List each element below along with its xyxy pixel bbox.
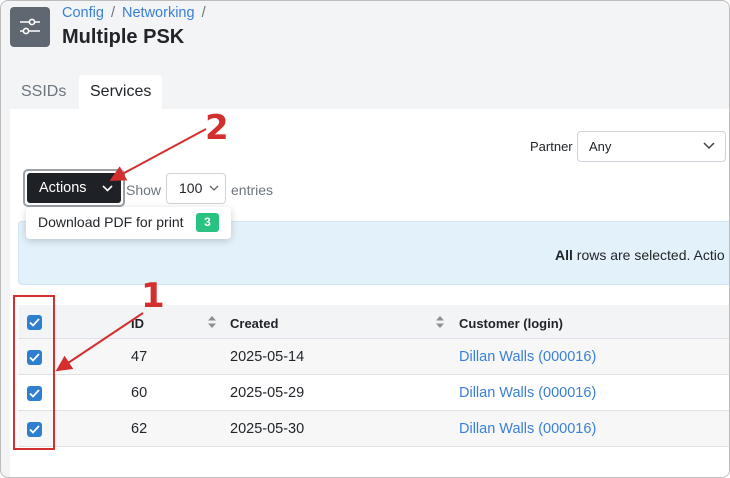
cell-created: 2025-05-30 <box>230 421 305 437</box>
actions-dropdown-menu: Download PDF for print 3 <box>26 207 231 239</box>
breadcrumb-separator: / <box>110 5 115 21</box>
services-panel: Partner Any Actions Show 100 entries All… <box>10 109 729 477</box>
table-row: 62 2025-05-30 Dillan Walls (000016) <box>18 411 729 447</box>
customer-link[interactable]: Dillan Walls (000016) <box>459 385 596 401</box>
tab-ssids[interactable]: SSIDs <box>10 75 77 109</box>
table-row: 60 2025-05-29 Dillan Walls (000016) <box>18 375 729 411</box>
annotation-marker-1: 1 <box>141 276 165 316</box>
page-length-value: 100 <box>179 180 203 196</box>
cell-id: 60 <box>131 385 148 401</box>
cell-created: 2025-05-29 <box>230 385 305 401</box>
chevron-down-icon <box>703 142 715 150</box>
partner-filter-label: Partner <box>530 139 573 154</box>
page-header: Config / Networking / Multiple PSK <box>1 1 729 67</box>
actions-button-focus-ring: Actions <box>23 169 125 207</box>
breadcrumb-separator: / <box>201 5 206 21</box>
app-window: Config / Networking / Multiple PSK SSIDs… <box>0 0 730 478</box>
customer-link[interactable]: Dillan Walls (000016) <box>459 349 596 365</box>
selected-count-badge: 3 <box>196 213 219 232</box>
tab-services[interactable]: Services <box>79 75 163 109</box>
show-label: Show <box>126 182 162 198</box>
cell-created: 2025-05-14 <box>230 349 305 365</box>
selection-alert-text: All rows are selected. Actio <box>555 247 725 263</box>
cell-id: 47 <box>131 349 148 365</box>
column-header-created[interactable]: Created <box>230 316 278 331</box>
sort-icon[interactable] <box>436 316 444 328</box>
sort-icon[interactable] <box>208 316 216 328</box>
actions-button-label: Actions <box>39 180 87 196</box>
breadcrumb: Config / Networking / <box>62 5 209 21</box>
page-title: Multiple PSK <box>62 26 185 48</box>
download-pdf-menu-item[interactable]: Download PDF for print <box>38 214 184 230</box>
annotation-marker-2: 2 <box>205 108 229 148</box>
cell-id: 62 <box>131 421 148 437</box>
breadcrumb-networking[interactable]: Networking <box>122 5 195 21</box>
breadcrumb-config[interactable]: Config <box>62 5 104 21</box>
annotation-highlight-box <box>13 295 55 450</box>
customer-link[interactable]: Dillan Walls (000016) <box>459 421 596 437</box>
entries-label: entries <box>231 182 274 198</box>
chevron-down-icon <box>209 185 219 191</box>
page-length-select[interactable]: 100 <box>166 173 226 204</box>
partner-select-value: Any <box>589 139 612 154</box>
chevron-down-icon <box>102 185 113 192</box>
column-header-customer[interactable]: Customer (login) <box>459 316 563 331</box>
actions-button[interactable]: Actions <box>27 173 121 203</box>
sliders-icon <box>10 7 50 47</box>
selection-alert-message: rows are selected. Actio <box>572 247 725 263</box>
table-row: 47 2025-05-14 Dillan Walls (000016) <box>18 339 729 375</box>
selection-alert-bold: All <box>555 247 573 263</box>
column-header-id[interactable]: ID <box>131 316 144 331</box>
table-header: ID Created Customer (login) <box>18 305 729 339</box>
partner-select[interactable]: Any <box>577 131 726 162</box>
